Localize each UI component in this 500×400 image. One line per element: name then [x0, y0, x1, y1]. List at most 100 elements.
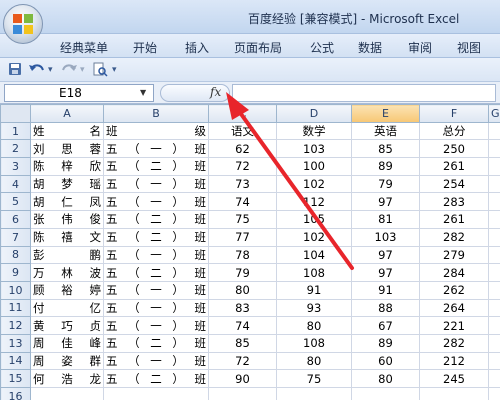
header-cell-name[interactable]: 姓 名 [30, 121, 104, 141]
row-header[interactable]: 1 [0, 121, 31, 141]
cell-class[interactable]: 五（一）班 [103, 280, 209, 300]
row-header[interactable]: 16 [0, 387, 31, 400]
cell-english[interactable]: 89 [351, 157, 420, 176]
cell-class[interactable]: 五（二）班 [103, 333, 209, 353]
cell-name[interactable]: 黄 巧 贞 [30, 316, 104, 335]
cell-name[interactable]: 付 亿 [30, 298, 104, 318]
column-header-b[interactable]: B [103, 104, 209, 123]
cell-total[interactable]: 250 [419, 139, 489, 159]
tab-page-layout[interactable]: 页面布局 [234, 39, 282, 56]
cell-total[interactable]: 254 [419, 174, 489, 194]
cell-chinese[interactable]: 72 [208, 157, 277, 176]
cell-english[interactable]: 103 [351, 227, 420, 247]
cell-name[interactable]: 顾 裕 婷 [30, 280, 104, 300]
cell-class[interactable]: 五（一）班 [103, 298, 209, 318]
cell-math[interactable] [276, 387, 352, 400]
cell-class[interactable]: 五（一）班 [103, 192, 209, 212]
cell-name[interactable]: 周 佳 峰 [30, 333, 104, 353]
empty-cell[interactable] [488, 316, 500, 335]
cell-chinese[interactable]: 79 [208, 263, 277, 282]
row-header[interactable]: 8 [0, 245, 31, 265]
empty-cell[interactable] [488, 245, 500, 265]
cell-math[interactable]: 102 [276, 227, 352, 247]
customize-qat-icon[interactable]: ▾ [112, 62, 117, 78]
undo-icon[interactable] [28, 62, 46, 78]
cell-chinese[interactable]: 75 [208, 210, 277, 229]
row-header[interactable]: 3 [0, 157, 31, 176]
cell-name[interactable]: 胡 梦 瑶 [30, 174, 104, 194]
cell-class[interactable]: 五（一）班 [103, 351, 209, 371]
empty-cell[interactable] [488, 298, 500, 318]
tab-home[interactable]: 开始 [133, 39, 157, 56]
tab-review[interactable]: 审阅 [408, 39, 432, 56]
cell-total[interactable]: 279 [419, 245, 489, 265]
cell-chinese[interactable]: 85 [208, 333, 277, 353]
cell-name[interactable]: 彭 鹏 [30, 245, 104, 265]
row-header[interactable]: 4 [0, 174, 31, 194]
cell-name[interactable]: 陈 禧 文 [30, 227, 104, 247]
row-header[interactable]: 6 [0, 210, 31, 229]
cell-math[interactable]: 112 [276, 192, 352, 212]
cell-total[interactable]: 261 [419, 157, 489, 176]
row-header[interactable]: 2 [0, 139, 31, 159]
column-header-d[interactable]: D [276, 104, 352, 123]
empty-cell[interactable] [488, 351, 500, 371]
cell-class[interactable]: 五（二）班 [103, 210, 209, 229]
tab-formulas[interactable]: 公式 [310, 39, 334, 56]
cell-class[interactable]: 五（一）班 [103, 174, 209, 194]
cell-math[interactable]: 80 [276, 351, 352, 371]
select-all-corner[interactable] [0, 104, 31, 123]
row-header[interactable]: 12 [0, 316, 31, 335]
header-cell-total[interactable]: 总分 [419, 121, 489, 141]
cell-name[interactable]: 万 林 波 [30, 263, 104, 282]
cell-total[interactable]: 261 [419, 210, 489, 229]
cell-chinese[interactable]: 74 [208, 192, 277, 212]
cell-name[interactable]: 何 浩 龙 [30, 369, 104, 388]
cell-math[interactable]: 108 [276, 333, 352, 353]
cell-math[interactable]: 105 [276, 210, 352, 229]
row-header[interactable]: 15 [0, 369, 31, 388]
header-cell-class[interactable]: 班 级 [103, 121, 209, 141]
column-header-c[interactable]: C [208, 104, 277, 123]
cell-total[interactable]: 245 [419, 369, 489, 388]
formula-input[interactable] [232, 84, 496, 102]
cell-class[interactable]: 五（一）班 [103, 316, 209, 335]
header-cell-english[interactable]: 英语 [351, 121, 420, 141]
row-header[interactable]: 13 [0, 333, 31, 353]
column-header-e[interactable]: E [351, 104, 420, 123]
dropdown-arrow-icon[interactable]: ▼ [140, 88, 146, 97]
cell-english[interactable]: 67 [351, 316, 420, 335]
cell-name[interactable]: 胡 仁 凤 [30, 192, 104, 212]
empty-cell[interactable] [488, 139, 500, 159]
column-header-g[interactable]: G [488, 104, 500, 123]
cell-chinese[interactable] [208, 387, 277, 400]
empty-cell[interactable] [488, 121, 500, 141]
cell-class[interactable]: 五（一）班 [103, 139, 209, 159]
cell-chinese[interactable]: 62 [208, 139, 277, 159]
cell-class[interactable]: 五（二）班 [103, 227, 209, 247]
undo-dropdown-icon[interactable]: ▾ [48, 62, 53, 78]
cell-math[interactable]: 80 [276, 316, 352, 335]
cell-math[interactable]: 108 [276, 263, 352, 282]
row-header[interactable]: 5 [0, 192, 31, 212]
empty-cell[interactable] [488, 210, 500, 229]
empty-cell[interactable] [488, 333, 500, 353]
cell-chinese[interactable]: 78 [208, 245, 277, 265]
office-button[interactable] [3, 4, 43, 44]
cell-chinese[interactable]: 90 [208, 369, 277, 388]
row-header[interactable]: 9 [0, 263, 31, 282]
cell-english[interactable]: 97 [351, 263, 420, 282]
redo-dropdown-icon[interactable]: ▾ [80, 62, 85, 78]
tab-view[interactable]: 视图 [457, 39, 481, 56]
cell-english[interactable]: 81 [351, 210, 420, 229]
cell-math[interactable]: 75 [276, 369, 352, 388]
cell-total[interactable]: 264 [419, 298, 489, 318]
cell-class[interactable] [103, 387, 209, 400]
cell-math[interactable]: 93 [276, 298, 352, 318]
cell-math[interactable]: 100 [276, 157, 352, 176]
cell-name[interactable]: 张 伟 俊 [30, 210, 104, 229]
cell-math[interactable]: 91 [276, 280, 352, 300]
cell-english[interactable] [351, 387, 420, 400]
cell-english[interactable]: 85 [351, 139, 420, 159]
cell-name[interactable]: 刘 思 蓉 [30, 139, 104, 159]
